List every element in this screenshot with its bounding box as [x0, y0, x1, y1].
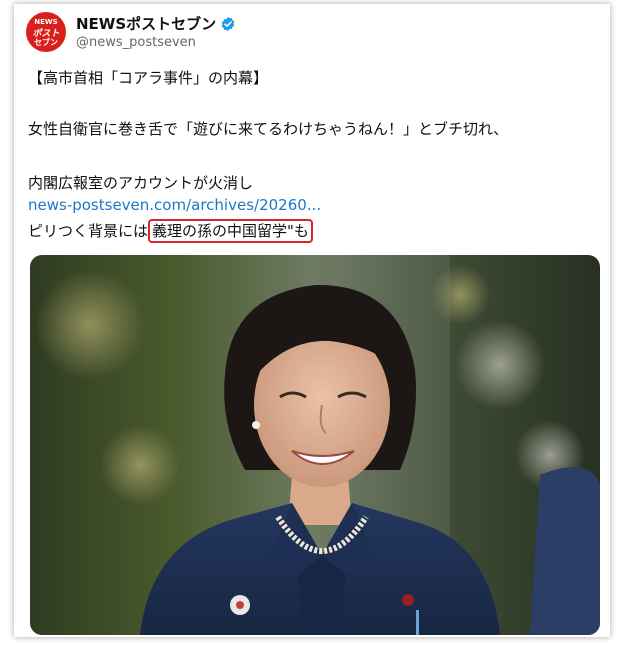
highlighted-phrase: 義理の孫の中国留学"も [148, 219, 313, 243]
tweet-photo[interactable] [30, 255, 600, 635]
display-name[interactable]: NEWSポストセブン [76, 13, 216, 34]
account-handle[interactable]: @news_postseven [76, 35, 196, 50]
portrait-photo [30, 255, 600, 635]
avatar-text-top: NEWS [34, 18, 58, 26]
tweet-line-4-prefix: ピリつく背景には [28, 222, 149, 240]
tweet-line-4: ピリつく背景には 義理の孫の中国留学"も [28, 219, 313, 243]
article-link[interactable]: news-postseven.com/archives/20260... [28, 196, 321, 214]
tweet-line-3: 内閣広報室のアカウントが火消し [28, 174, 254, 192]
verified-badge-icon [221, 16, 235, 31]
name-row: NEWSポストセブン [76, 13, 236, 34]
tweet-line-2: 女性自衛官に巻き舌で「遊びに来てるわけちゃうねん！」とブチ切れ、 [28, 120, 509, 138]
tweet-line-1: 【高市首相「コアラ事件」の内幕】 [28, 69, 269, 87]
avatar[interactable]: NEWS ポスト セブン [26, 12, 66, 52]
tweet-card[interactable]: NEWS ポスト セブン NEWSポストセブン @news_postseven … [14, 4, 610, 637]
avatar-text-bot: セブン [34, 38, 58, 47]
